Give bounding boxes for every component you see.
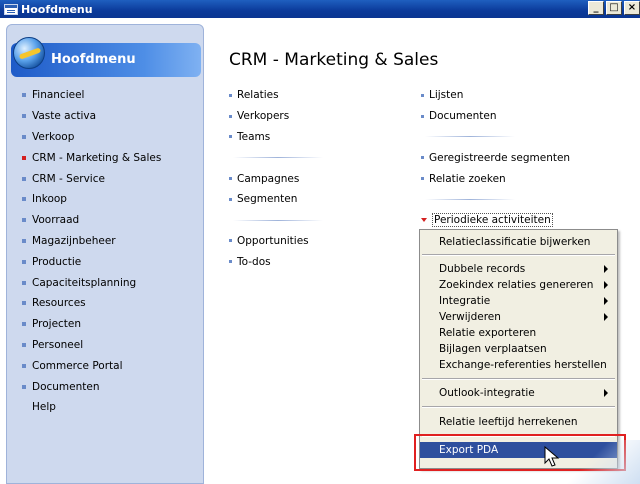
bullet-icon [22,384,26,389]
sidebar-item-inkoop[interactable]: Inkoop [22,189,161,210]
sidebar-item-commerce-portal[interactable]: Commerce Portal [22,355,161,376]
window-app-icon [4,3,18,15]
link-periodieke-activiteiten[interactable]: Periodieke activiteiten [421,210,570,231]
bullet-icon [22,114,26,119]
sidebar-item-crm-service[interactable]: CRM - Service [22,168,161,189]
link-verkopers[interactable]: Verkopers [229,106,323,127]
link-segmenten[interactable]: Segmenten [229,189,323,210]
link-relaties[interactable]: Relaties [229,85,323,106]
separator [229,147,323,168]
separator [421,189,570,210]
links-column-1: Relaties Verkopers Teams Campagnes Segme… [229,85,323,272]
dropdown-arrow-icon [421,218,427,223]
bullet-icon [22,301,26,306]
link-lijsten[interactable]: Lijsten [421,85,570,106]
minimize-button[interactable]: _ [588,1,604,15]
bullet-icon [22,342,26,347]
menu-item-outlook-integratie[interactable]: Outlook-integratie [420,385,617,401]
close-button[interactable]: × [624,1,640,15]
sidebar-item-magazijnbeheer[interactable]: Magazijnbeheer [22,231,161,252]
decorative-shading [560,440,640,484]
maximize-button[interactable]: □ [606,1,622,15]
sidebar-item-personeel[interactable]: Personeel [22,335,161,356]
sidebar-item-productie[interactable]: Productie [22,251,161,272]
menu-item-verwijderen[interactable]: Verwijderen [420,309,617,325]
menu-item-dubbele-records[interactable]: Dubbele records [420,261,617,277]
separator [229,210,323,231]
sidebar-item-projecten[interactable]: Projecten [22,314,161,335]
context-menu: Relatieclassificatie bijwerken Dubbele r… [419,229,618,469]
sidebar-header: Hoofdmenu [11,37,201,77]
bullet-icon [22,93,26,98]
sidebar-item-vaste-activa[interactable]: Vaste activa [22,106,161,127]
bullet-icon [22,197,26,202]
submenu-arrow-icon [604,281,608,289]
menu-item-relatie-exporteren[interactable]: Relatie exporteren [420,325,617,341]
separator [421,127,570,148]
menu-separator [422,406,615,408]
sidebar: Hoofdmenu Financieel Vaste activa Verkoo… [6,24,204,484]
menu-item-integratie[interactable]: Integratie [420,293,617,309]
submenu-arrow-icon [604,265,608,273]
menu-item-zoekindex-relaties-genereren[interactable]: Zoekindex relaties genereren [420,277,617,293]
menu-item-bijlagen-verplaatsen[interactable]: Bijlagen verplaatsen [420,341,617,357]
submenu-arrow-icon [604,389,608,397]
bullet-icon [22,238,26,243]
bullet-icon [22,322,26,327]
link-to-dos[interactable]: To-dos [229,251,323,272]
submenu-arrow-icon [604,297,608,305]
link-campagnes[interactable]: Campagnes [229,168,323,189]
bullet-icon [22,259,26,264]
menu-item-exchange-referenties-herstellen[interactable]: Exchange-referenties herstellen [420,357,617,373]
menu-separator [422,378,615,380]
link-relatie-zoeken[interactable]: Relatie zoeken [421,168,570,189]
menu-separator [422,254,615,256]
sidebar-item-voorraad[interactable]: Voorraad [22,210,161,231]
link-documenten[interactable]: Documenten [421,106,570,127]
page-title: CRM - Marketing & Sales [229,50,439,70]
active-bullet-icon [22,155,26,160]
sidebar-menu: Financieel Vaste activa Verkoop CRM - Ma… [22,85,161,418]
bullet-icon [22,176,26,181]
link-teams[interactable]: Teams [229,127,323,148]
bullet-icon [22,218,26,223]
menu-item-relatie-leeftijd-herrekenen[interactable]: Relatie leeftijd herrekenen [420,414,617,430]
menu-item-relatieclassificatie-bijwerken[interactable]: Relatieclassificatie bijwerken [420,234,617,250]
link-geregistreerde-segmenten[interactable]: Geregistreerde segmenten [421,147,570,168]
sidebar-item-documenten[interactable]: Documenten [22,376,161,397]
bullet-icon [22,363,26,368]
bullet-icon [22,134,26,139]
submenu-arrow-icon [604,313,608,321]
sidebar-item-resources[interactable]: Resources [22,293,161,314]
link-opportunities[interactable]: Opportunities [229,231,323,252]
window-title: Hoofdmenu [21,2,93,16]
window-controls: _ □ × [586,1,640,15]
links-column-2: Lijsten Documenten Geregistreerde segmen… [421,85,570,231]
sidebar-item-financieel[interactable]: Financieel [22,85,161,106]
window-titlebar: Hoofdmenu _ □ × [0,0,640,18]
sidebar-item-help[interactable]: Help [22,397,161,418]
sidebar-item-capaciteitsplanning[interactable]: Capaciteitsplanning [22,272,161,293]
sidebar-item-verkoop[interactable]: Verkoop [22,127,161,148]
logo-icon [13,37,45,69]
sidebar-title: Hoofdmenu [51,52,136,67]
sidebar-item-crm-marketing-sales[interactable]: CRM - Marketing & Sales [22,147,161,168]
bullet-icon [22,280,26,285]
